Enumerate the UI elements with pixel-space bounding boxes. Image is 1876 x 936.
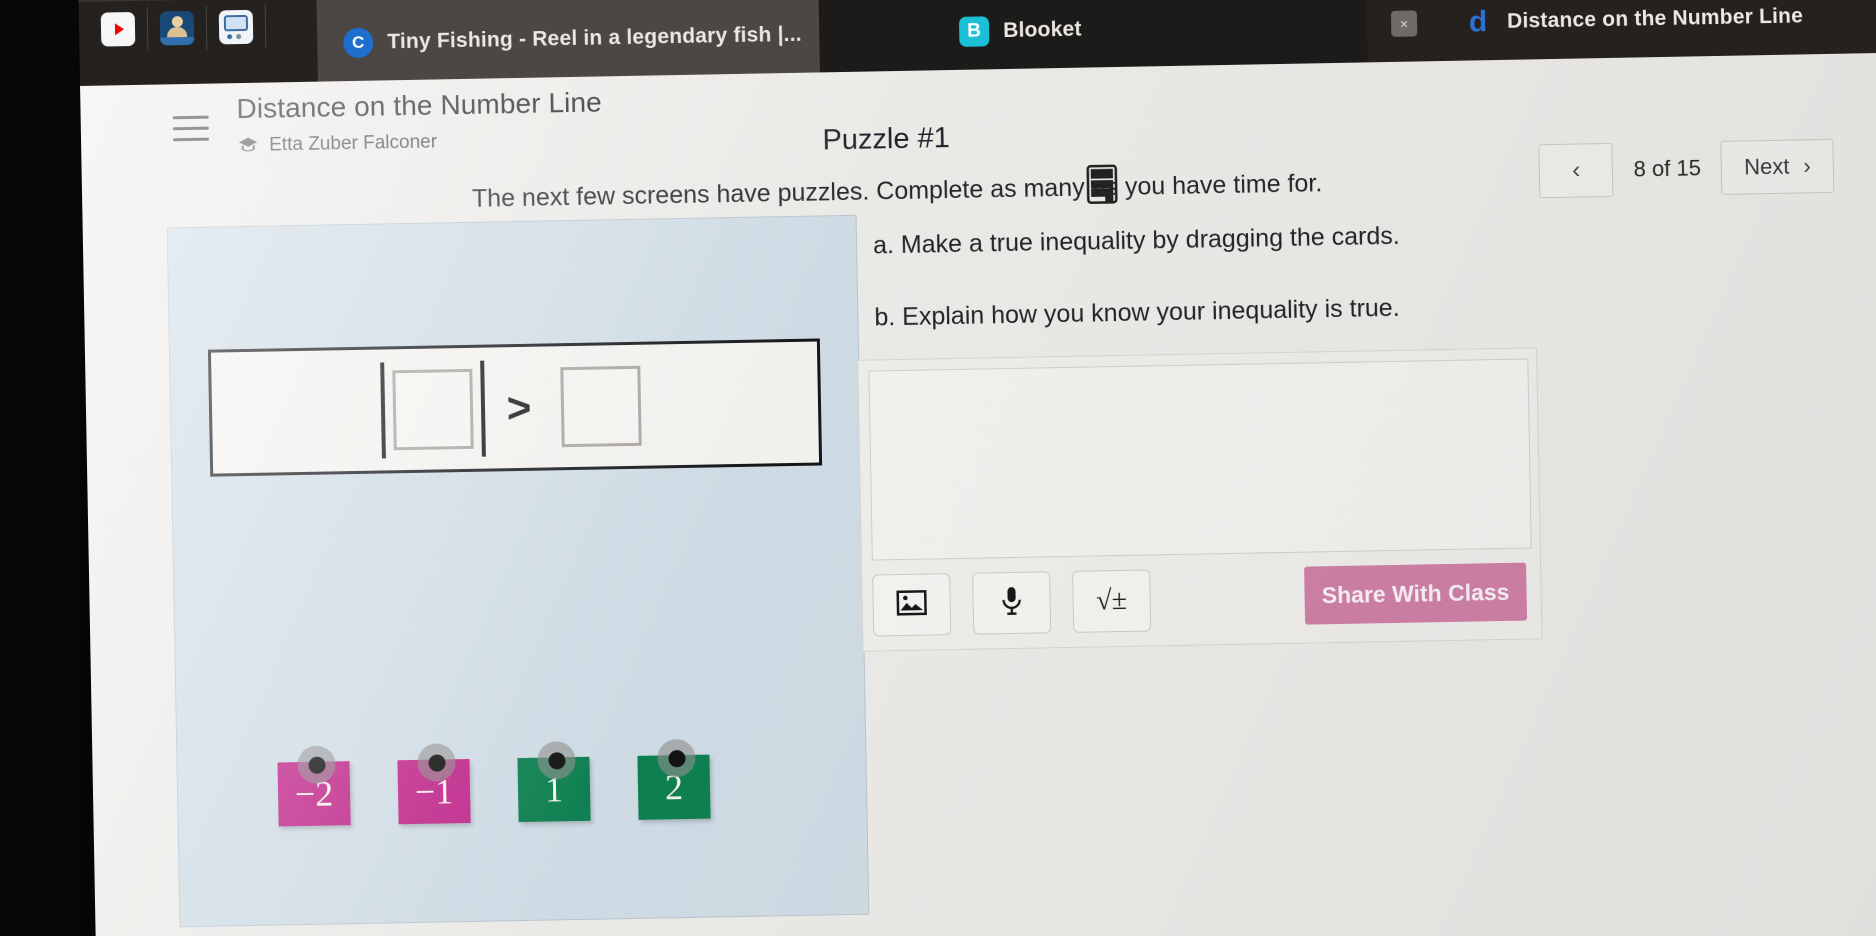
- tab-label: Tiny Fishing - Reel in a legendary fish …: [387, 22, 802, 54]
- absolute-value-bar-left: [379, 361, 386, 459]
- absolute-value-bar-right: [479, 360, 486, 457]
- answer-toolbar: √± Share With Class: [872, 558, 1533, 640]
- chevron-right-icon: ›: [1803, 153, 1812, 179]
- math-button[interactable]: √±: [1072, 569, 1152, 633]
- shortcut-divider: [205, 5, 208, 50]
- share-with-class-button[interactable]: Share With Class: [1304, 562, 1528, 625]
- shortcut-divider: [264, 4, 267, 49]
- screen-content: Tiny Fishing - Reel in a legendary fish …: [78, 0, 1876, 936]
- desmos-icon: d: [1468, 5, 1488, 39]
- number-card[interactable]: −2: [277, 745, 351, 827]
- next-label: Next: [1744, 153, 1790, 180]
- screen-photo: Tiny Fishing - Reel in a legendary fish …: [0, 0, 1876, 936]
- microphone-button[interactable]: [972, 571, 1052, 635]
- activity-title: Distance on the Number Line: [236, 86, 603, 125]
- microphone-icon: [999, 585, 1024, 620]
- number-card[interactable]: 2: [637, 738, 711, 820]
- intro-text: The next few screens have puzzles. Compl…: [471, 169, 1323, 213]
- profile-shortcut-icon[interactable]: [159, 10, 195, 46]
- answer-textarea[interactable]: [868, 358, 1532, 561]
- prompt-a: a. Make a true inequality by dragging th…: [872, 221, 1400, 260]
- number-card[interactable]: −1: [397, 743, 471, 825]
- tab-close-button[interactable]: ×: [1390, 10, 1418, 37]
- app-page: Distance on the Number Line Etta Zuber F…: [80, 52, 1876, 936]
- inequality-expression: >: [207, 338, 823, 477]
- image-icon: [896, 589, 927, 621]
- prompt-block: a. Make a true inequality by dragging th…: [873, 206, 1743, 332]
- number-card[interactable]: 1: [517, 741, 591, 823]
- prompt-b: b. Explain how you know your inequality …: [874, 293, 1400, 332]
- greater-than-operator: >: [506, 383, 532, 431]
- draggable-card-tray: −2 −1 1 2: [277, 738, 711, 827]
- blooket-icon: B: [958, 16, 990, 47]
- drop-slot-right[interactable]: [560, 365, 642, 447]
- shortcut-divider: [146, 6, 149, 51]
- math-icon: √±: [1096, 584, 1128, 617]
- drop-slot-left[interactable]: [392, 368, 474, 450]
- bezel-left: [0, 0, 78, 936]
- classroom-shortcut-icon[interactable]: [218, 9, 254, 45]
- image-button[interactable]: [872, 573, 952, 637]
- answer-panel: √± Share With Class: [857, 347, 1543, 652]
- tab-label: Blooket: [1002, 17, 1082, 43]
- coolmath-icon: [343, 27, 374, 59]
- next-slide-button[interactable]: Next ›: [1720, 138, 1835, 195]
- youtube-shortcut-icon[interactable]: [100, 11, 136, 47]
- shortcut-strip: [100, 4, 279, 51]
- activity-canvas: > −2 −1 1 2: [166, 214, 870, 928]
- tab-label: Distance on the Number Line: [1506, 4, 1804, 33]
